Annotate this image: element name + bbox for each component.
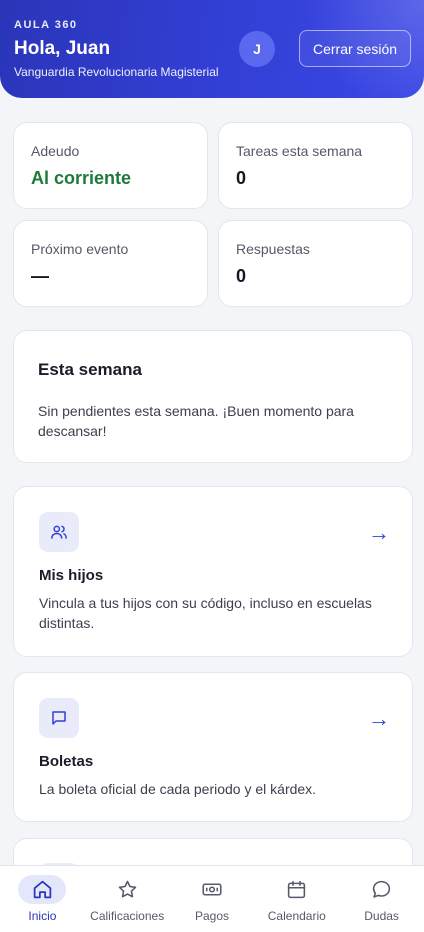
stat-value: — bbox=[31, 266, 49, 286]
stat-label: Adeudo bbox=[31, 143, 80, 159]
stat-value: Al corriente bbox=[31, 168, 132, 188]
nav-item-dudas[interactable]: Dudas bbox=[339, 866, 424, 932]
nav-item-inicio[interactable]: Inicio bbox=[0, 866, 85, 932]
stat-label: Tareas esta semana bbox=[236, 143, 363, 159]
brand-name: AULA 360 bbox=[14, 19, 78, 31]
feature-title: Boletas bbox=[39, 753, 94, 770]
this-week-card: Esta semana Sin pendientes esta semana. … bbox=[13, 330, 413, 463]
logout-button[interactable]: Cerrar sesión bbox=[299, 30, 411, 67]
avatar[interactable]: J bbox=[239, 31, 275, 67]
feature-description: Vincula a tus hijos con su código, inclu… bbox=[39, 595, 372, 631]
feature-title: Mis hijos bbox=[39, 567, 104, 584]
stat-label: Próximo evento bbox=[31, 241, 129, 257]
stat-label: Respuestas bbox=[236, 241, 310, 257]
nav-item-calendario[interactable]: Calendario bbox=[254, 866, 339, 932]
this-week-title: Esta semana bbox=[38, 360, 142, 379]
arrow-right-icon[interactable]: → bbox=[368, 520, 390, 546]
nav-item-calificaciones[interactable]: Calificaciones bbox=[85, 866, 170, 932]
nav-label: Pagos bbox=[194, 909, 229, 923]
message-square-icon bbox=[39, 698, 79, 738]
feature-card-mis-hijos[interactable]: → Mis hijos Vincula a tus hijos con su c… bbox=[13, 486, 413, 657]
stat-value: 0 bbox=[236, 266, 247, 286]
stat-value: 0 bbox=[236, 168, 247, 188]
nav-item-pagos[interactable]: Pagos bbox=[170, 866, 255, 932]
chat-bubble-icon bbox=[358, 875, 406, 904]
banknote-icon bbox=[188, 875, 236, 904]
stat-card-respuestas[interactable]: Respuestas 0 bbox=[218, 220, 413, 307]
school-name: Vanguardia Revolucionaria Magisterial bbox=[14, 65, 219, 79]
feature-description: La boleta oficial de cada periodo y el k… bbox=[39, 781, 317, 797]
nav-label: Calificaciones bbox=[90, 909, 165, 923]
this-week-text: Sin pendientes esta semana. ¡Buen moment… bbox=[38, 403, 354, 439]
nav-label: Calendario bbox=[267, 909, 326, 923]
calendar-icon bbox=[273, 875, 321, 904]
nav-label: Dudas bbox=[364, 909, 399, 923]
bottom-navigation: Inicio Calificaciones Pagos Calendario D… bbox=[0, 865, 424, 932]
nav-label: Inicio bbox=[28, 909, 57, 923]
stat-card-adeudo[interactable]: Adeudo Al corriente bbox=[13, 122, 208, 209]
home-icon bbox=[18, 875, 67, 904]
feature-card-boletas[interactable]: → Boletas La boleta oficial de cada peri… bbox=[13, 672, 413, 822]
arrow-right-icon[interactable]: → bbox=[368, 706, 390, 732]
stat-card-tareas[interactable]: Tareas esta semana 0 bbox=[218, 122, 413, 209]
stat-card-evento[interactable]: Próximo evento — bbox=[13, 220, 208, 307]
greeting-title: Hola, Juan bbox=[14, 38, 111, 59]
star-icon bbox=[103, 875, 151, 904]
users-icon bbox=[39, 512, 79, 552]
